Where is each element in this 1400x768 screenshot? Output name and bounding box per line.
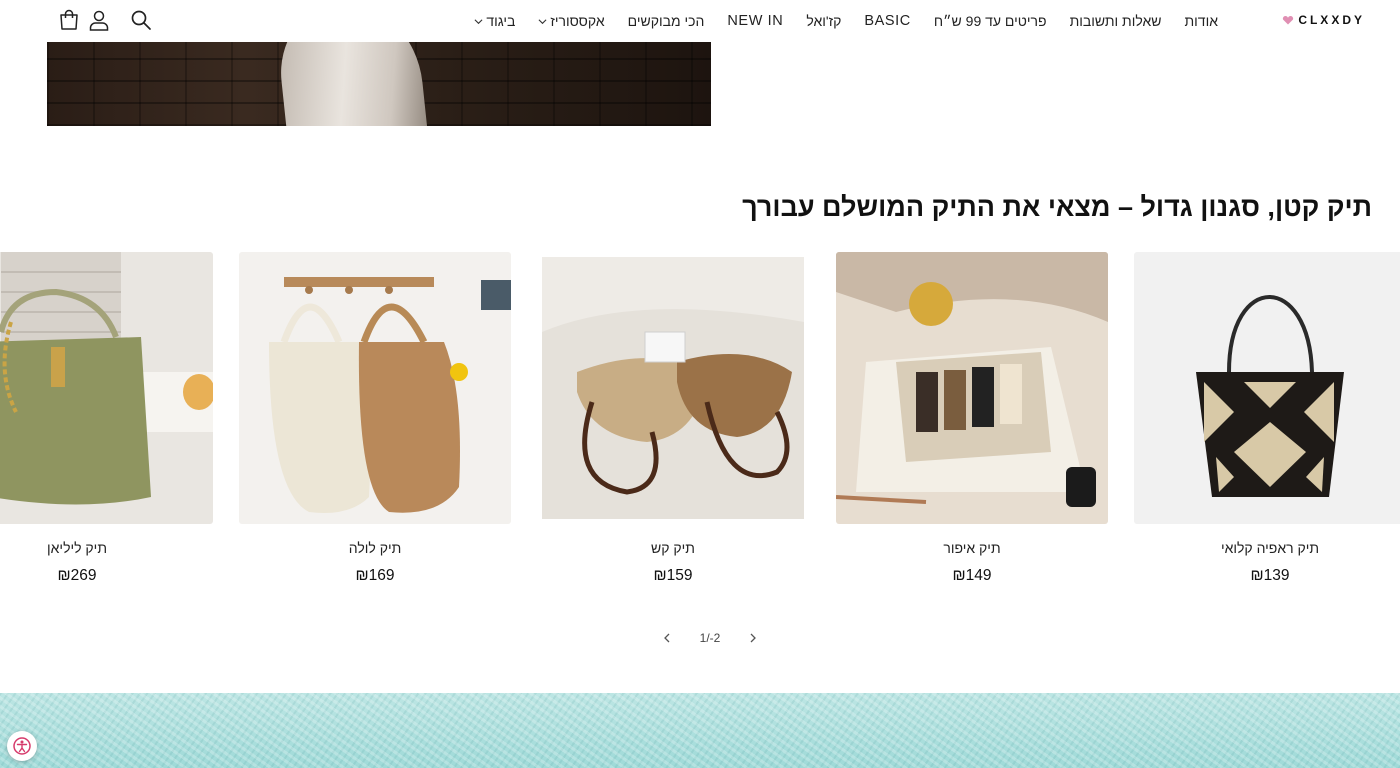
product-name[interactable]: תיק ליליאן — [0, 540, 213, 556]
brand-logo[interactable]: CLXXDY — [1282, 13, 1365, 27]
nav-label: BASIC — [864, 13, 911, 29]
cart-button[interactable] — [57, 8, 81, 32]
nav-item-casual[interactable]: קז'ואל — [806, 13, 841, 29]
cart-icon — [60, 9, 78, 30]
product-image[interactable] — [836, 252, 1108, 524]
brand-name: CLXXDY — [1298, 13, 1365, 27]
product-name[interactable]: תיק איפור — [836, 540, 1108, 556]
chevron-left-icon — [664, 633, 670, 643]
product-image[interactable] — [1134, 252, 1400, 524]
product-card[interactable]: תיק לולה ₪169 — [239, 252, 511, 584]
hero-image — [47, 42, 711, 126]
chevron-down-icon — [474, 18, 483, 24]
fabric-banner-image — [0, 693, 1400, 768]
product-card[interactable]: תיק ליליאן ₪269 — [0, 252, 213, 584]
accessibility-button[interactable] — [7, 731, 37, 761]
accessibility-icon — [13, 737, 31, 755]
product-price: ₪269 — [57, 567, 97, 584]
slider-pagination: 1/-2 — [660, 628, 760, 648]
nav-label: אקססוריז — [550, 13, 605, 29]
nav-item-bestsellers[interactable]: הכי מבוקשים — [628, 13, 705, 29]
product-image[interactable] — [0, 252, 213, 524]
section-title: תיק קטן, סגנון גדול – מצאי את התיק המושל… — [742, 192, 1372, 222]
brand-heart-icon — [1283, 15, 1294, 24]
chevron-down-icon — [538, 18, 547, 24]
product-card[interactable]: תיק קש ₪159 — [537, 252, 809, 584]
product-price: ₪159 — [653, 567, 693, 584]
nav-label: NEW IN — [727, 13, 784, 29]
nav-item-under-99[interactable]: פריטים עד 99 ש״ח — [934, 13, 1047, 29]
nav-label: שאלות ותשובות — [1069, 13, 1162, 29]
nav-item-accessories[interactable]: אקססוריז — [538, 13, 605, 29]
nav-label: ביגוד — [486, 13, 516, 29]
product-image[interactable] — [239, 252, 511, 524]
previous-slide-button[interactable] — [660, 628, 674, 648]
product-price: ₪169 — [355, 567, 395, 584]
product-image[interactable] — [537, 252, 809, 524]
nav-item-faq[interactable]: שאלות ותשובות — [1070, 13, 1162, 29]
nav-item-about[interactable]: אודות — [1185, 13, 1219, 29]
header-icons — [57, 8, 153, 32]
product-price: ₪139 — [1250, 567, 1290, 584]
account-button[interactable] — [87, 8, 111, 32]
account-icon — [89, 10, 109, 31]
site-header: CLXXDY ביגוד אקססוריז הכי מבוקשים NEW IN… — [0, 0, 1400, 42]
search-icon — [131, 10, 151, 30]
chevron-right-icon — [750, 633, 756, 643]
nav-label: קז'ואל — [806, 13, 842, 29]
product-name[interactable]: תיק ראפיה קלואי — [1134, 540, 1400, 556]
nav-label: אודות — [1184, 13, 1219, 29]
pagination-counter: 1/-2 — [699, 631, 721, 645]
nav-item-clothing[interactable]: ביגוד — [474, 13, 515, 29]
product-name[interactable]: תיק קש — [537, 540, 809, 556]
search-button[interactable] — [129, 8, 153, 32]
main-nav: ביגוד אקססוריז הכי מבוקשים NEW IN קז'ואל… — [434, 0, 1218, 42]
next-slide-button[interactable] — [746, 628, 760, 648]
nav-item-new-in[interactable]: NEW IN — [727, 13, 783, 29]
nav-item-basic[interactable]: BASIC — [864, 13, 911, 29]
product-card[interactable]: תיק איפור ₪149 — [836, 252, 1108, 584]
product-card[interactable]: תיק ראפיה קלואי ₪139 — [1134, 252, 1400, 584]
product-name[interactable]: תיק לולה — [239, 540, 511, 556]
nav-label: פריטים עד 99 ש״ח — [933, 13, 1047, 29]
product-price: ₪149 — [952, 567, 992, 584]
nav-label: הכי מבוקשים — [627, 13, 705, 29]
